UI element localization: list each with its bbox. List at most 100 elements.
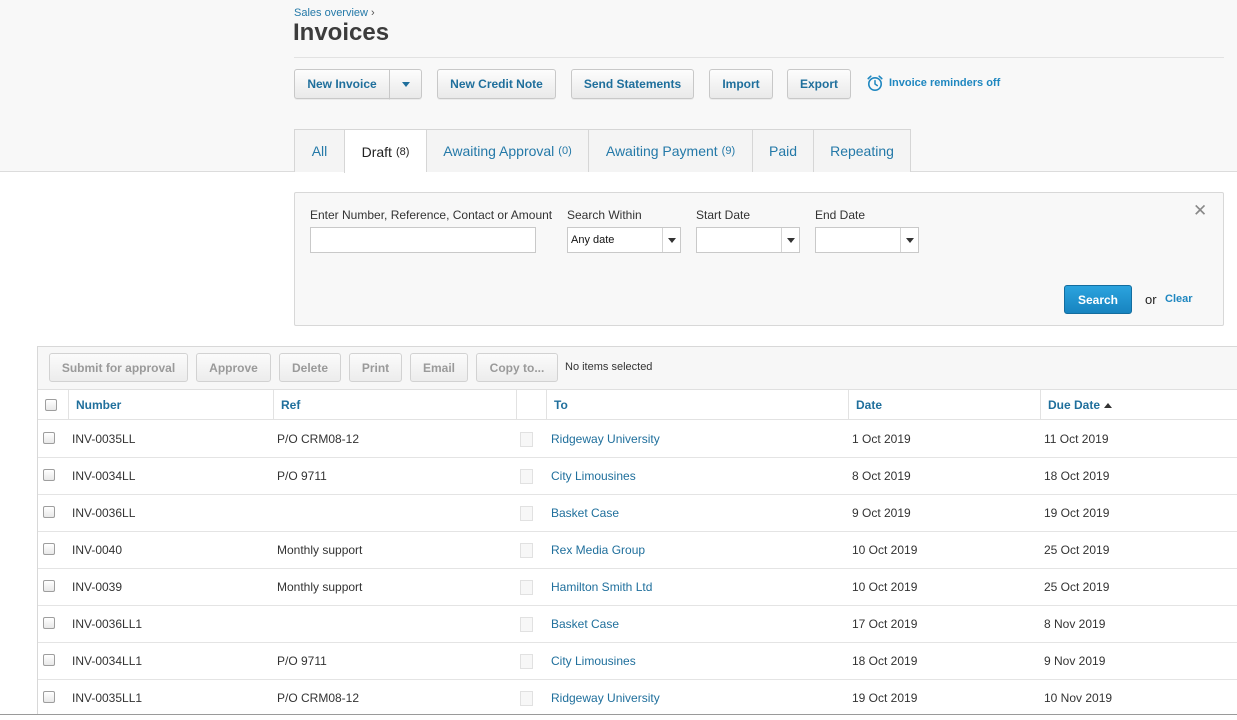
invoice-due-date: 18 Oct 2019 xyxy=(1044,469,1110,483)
contact-link[interactable]: Rex Media Group xyxy=(551,532,645,568)
invoice-ref: Monthly support xyxy=(277,580,363,594)
chevron-down-icon xyxy=(662,228,680,252)
column-header-to[interactable]: To xyxy=(546,390,848,420)
new-invoice-button[interactable]: New Invoice xyxy=(294,69,390,99)
invoice-reminders-label: Invoice reminders off xyxy=(889,77,1001,89)
contact-link[interactable]: Ridgeway University xyxy=(551,680,660,716)
invoice-reminders-link[interactable]: Invoice reminders off xyxy=(866,74,1000,92)
invoice-due-date: 10 Nov 2019 xyxy=(1044,691,1113,705)
column-header-ref[interactable]: Ref xyxy=(273,390,516,420)
row-checkbox[interactable] xyxy=(43,506,55,518)
row-checkbox[interactable] xyxy=(43,580,55,592)
table-row[interactable]: INV-0035LL1 P/O CRM08-12 Ridgeway Universi… xyxy=(38,680,1237,717)
search-button[interactable]: Search xyxy=(1064,285,1132,314)
tab-awaiting-approval[interactable]: Awaiting Approval (0) xyxy=(426,129,588,172)
print-button[interactable]: Print xyxy=(349,353,402,382)
invoice-ref: P/O 9711 xyxy=(277,654,327,668)
delete-button[interactable]: Delete xyxy=(279,353,341,382)
invoice-number: INV-0036LL xyxy=(72,506,136,520)
contact-link[interactable]: Basket Case xyxy=(551,606,619,642)
breadcrumb[interactable]: Sales overview › xyxy=(294,7,375,19)
approve-button[interactable]: Approve xyxy=(196,353,271,382)
tab-repeating[interactable]: Repeating xyxy=(813,129,911,172)
invoice-number: INV-0036LL1 xyxy=(72,617,143,631)
row-checkbox[interactable] xyxy=(43,543,55,555)
column-header-attachment xyxy=(516,390,546,420)
tab-label: Awaiting Approval xyxy=(443,143,555,159)
or-text: or xyxy=(1145,292,1157,307)
invoice-date: 1 Oct 2019 xyxy=(852,432,911,446)
invoice-number: INV-0034LL1 xyxy=(72,654,143,668)
table-row[interactable]: INV-0036LL Basket Case 9 Oct 2019 19 Oct 20… xyxy=(38,495,1237,532)
tab-count: (8) xyxy=(395,145,410,158)
column-label: Date xyxy=(856,398,883,412)
breadcrumb-sales-overview-link[interactable]: Sales overview xyxy=(294,7,368,19)
invoice-ref: P/O CRM08-12 xyxy=(277,691,360,705)
row-checkbox[interactable] xyxy=(43,469,55,481)
row-checkbox[interactable] xyxy=(43,432,55,444)
tab-count: (9) xyxy=(721,145,736,157)
contact-link[interactable]: City Limousines xyxy=(551,643,636,679)
sort-ascending-icon xyxy=(1104,402,1113,408)
search-within-label: Search Within xyxy=(567,208,642,222)
table-row[interactable]: INV-0034LL1 P/O 9711 City Limousines 18 Oct… xyxy=(38,643,1237,680)
row-checkbox[interactable] xyxy=(43,654,55,666)
new-invoice-dropdown-button[interactable] xyxy=(389,69,422,99)
horizontal-scrollbar[interactable] xyxy=(0,714,1237,720)
tab-label: Repeating xyxy=(830,143,894,159)
clear-search-link[interactable]: Clear xyxy=(1165,293,1193,305)
start-date-label: Start Date xyxy=(696,208,751,222)
invoice-number: INV-0035LL xyxy=(72,432,136,446)
contact-link[interactable]: Ridgeway University xyxy=(551,421,660,457)
contact-link[interactable]: City Limousines xyxy=(551,458,636,494)
chevron-down-icon xyxy=(401,81,410,87)
table-row[interactable]: INV-0035LL P/O CRM08-12 Ridgeway Universit… xyxy=(38,421,1237,458)
title-divider xyxy=(294,57,1224,58)
tab-draft[interactable]: Draft (8) xyxy=(344,129,426,173)
contact-link[interactable]: Basket Case xyxy=(551,495,619,531)
tab-count: (0) xyxy=(558,145,572,157)
close-icon[interactable]: ✕ xyxy=(1193,202,1207,219)
submit-for-approval-button[interactable]: Submit for approval xyxy=(49,353,188,382)
start-date-picker[interactable] xyxy=(696,227,800,253)
tab-label: All xyxy=(311,143,328,159)
send-statements-button[interactable]: Send Statements xyxy=(571,69,694,99)
table-row[interactable]: INV-0040 Monthly support Rex Media Group 10… xyxy=(38,532,1237,569)
row-checkbox[interactable] xyxy=(43,617,55,629)
column-header-due-date[interactable]: Due Date xyxy=(1040,390,1237,420)
search-query-label: Enter Number, Reference, Contact or Amou… xyxy=(310,208,553,222)
column-header-number[interactable]: Number xyxy=(68,390,273,420)
column-label: Number xyxy=(76,398,122,412)
copy-to-button[interactable]: Copy to... xyxy=(476,353,558,382)
document-icon xyxy=(520,432,533,447)
table-row[interactable]: INV-0036LL1 Basket Case 17 Oct 2019 8 Nov 2… xyxy=(38,606,1237,643)
search-within-select[interactable]: Any date xyxy=(567,227,681,253)
invoice-date: 10 Oct 2019 xyxy=(852,543,918,557)
new-credit-note-button[interactable]: New Credit Note xyxy=(437,69,556,99)
invoice-ref: Monthly support xyxy=(277,543,363,557)
contact-link[interactable]: Hamilton Smith Ltd xyxy=(551,569,652,605)
column-header-date[interactable]: Date xyxy=(848,390,1040,420)
invoice-due-date: 9 Nov 2019 xyxy=(1044,654,1106,668)
invoice-date: 19 Oct 2019 xyxy=(852,691,918,705)
tab-paid[interactable]: Paid xyxy=(752,129,813,172)
tab-label: Draft xyxy=(361,143,392,160)
tab-label: Awaiting Payment xyxy=(605,143,718,159)
end-date-picker[interactable] xyxy=(815,227,919,253)
table-row[interactable]: INV-0034LL P/O 9711 City Limousines 8 Oct 2… xyxy=(38,458,1237,495)
export-button[interactable]: Export xyxy=(787,69,851,99)
search-query-input[interactable] xyxy=(310,227,536,253)
new-invoice-split-button[interactable]: New Invoice xyxy=(294,69,422,99)
document-icon xyxy=(520,580,533,595)
tab-all[interactable]: All xyxy=(294,129,344,172)
row-checkbox[interactable] xyxy=(43,691,55,703)
email-button[interactable]: Email xyxy=(410,353,468,382)
tab-awaiting-payment[interactable]: Awaiting Payment (9) xyxy=(588,129,752,172)
tab-label: Paid xyxy=(768,143,798,159)
import-button[interactable]: Import xyxy=(709,69,773,99)
search-panel: Enter Number, Reference, Contact or Amou… xyxy=(294,192,1224,326)
select-all-checkbox[interactable] xyxy=(45,399,57,411)
table-row[interactable]: INV-0039 Monthly support Hamilton Smith Lt… xyxy=(38,569,1237,606)
invoice-due-date: 11 Oct 2019 xyxy=(1044,432,1109,446)
invoice-list: Submit for approval Approve Delete Print… xyxy=(37,346,1237,720)
